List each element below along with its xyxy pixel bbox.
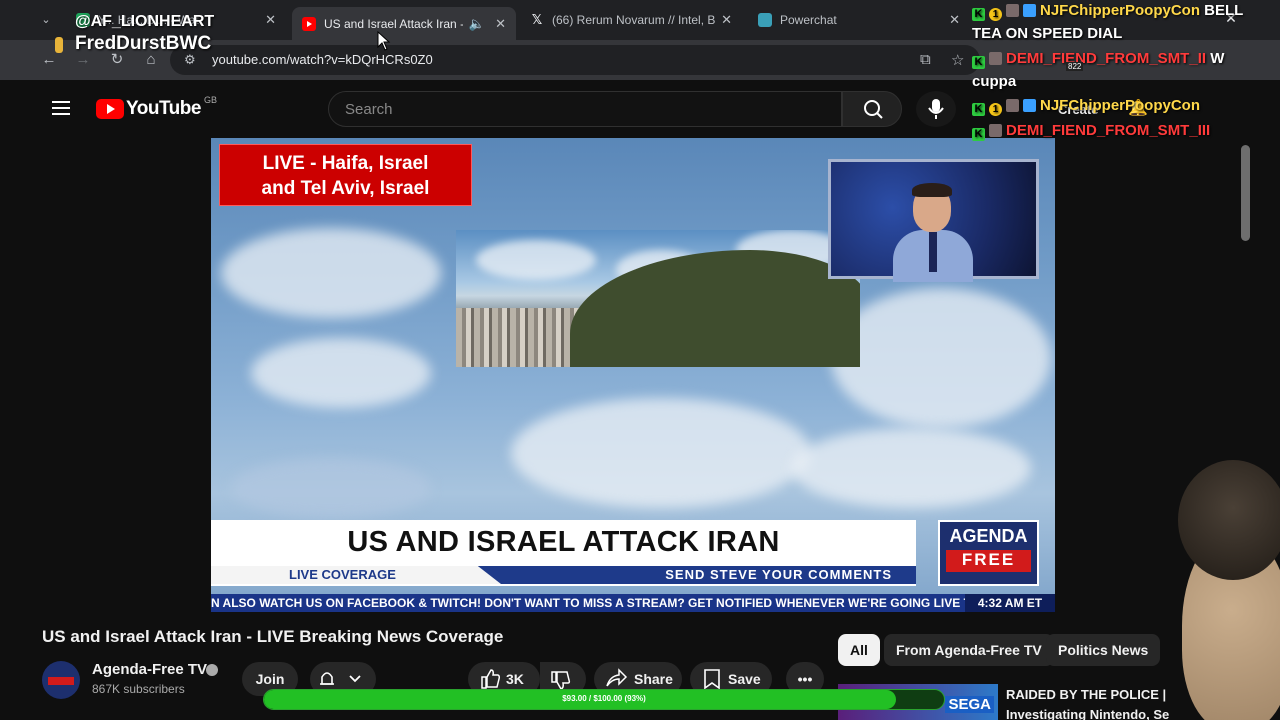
chat-overlay: K 1 NJFChipperPoopyCon BELL TEA ON SPEED D… (972, 0, 1272, 145)
tab-title: Powerchat (780, 13, 837, 27)
tab-3[interactable]: 𝕏 (66) Rerum Novarum // Intel, Br ✕ (520, 7, 742, 33)
youtube-icon (302, 16, 316, 31)
live-badge-line1: LIVE - Haifa, Israel (262, 153, 429, 174)
sword-badge-icon (1023, 4, 1036, 17)
page-scrollbar[interactable] (1241, 145, 1250, 241)
subscriber-count: 867K subscribers (92, 682, 185, 696)
search-input[interactable]: Search (328, 91, 842, 127)
powerchat-icon (758, 13, 772, 27)
chat-line: TEA ON SPEED DIAL (972, 25, 1122, 42)
donation-goal-text: $93.00 / $100.00 (93%) (562, 694, 646, 703)
kick-badge-icon: K (972, 128, 985, 141)
tab-search-dropdown-icon[interactable]: ⌄ (36, 10, 56, 30)
chat-line: K DEMI_FIEND_FROM_SMT_III (972, 122, 1210, 141)
youtube-logo[interactable]: YouTube GB (96, 95, 217, 120)
microphone-icon (928, 99, 944, 119)
chat-message: cuppa (972, 73, 1017, 90)
chat-message: W (1210, 50, 1225, 67)
url-text: youtube.com/watch?v=kDQrHCRs0Z0 (212, 52, 433, 67)
chat-message: TEA ON SPEED DIAL (972, 25, 1123, 42)
kick-badge-icon: K (972, 103, 985, 116)
ticker-text: N ALSO WATCH US ON FACEBOOK & TWITCH! DO… (211, 596, 971, 610)
live-coverage-label: LIVE COVERAGE (289, 567, 396, 582)
chat-line: K DEMI_FIEND_FROM_SMT_II W (972, 50, 1224, 69)
live-location-badge: LIVE - Haifa, Israel and Tel Aviv, Israe… (219, 144, 472, 206)
overlay-handle: @AF_LIONHEART (75, 13, 215, 30)
chat-line: cuppa (972, 73, 1016, 90)
news-ticker: N ALSO WATCH US ON FACEBOOK & TWITCH! DO… (211, 594, 1055, 612)
close-icon[interactable]: ✕ (495, 16, 506, 32)
youtube-wordmark: YouTube (126, 98, 201, 119)
sword-badge-icon (1023, 99, 1036, 112)
chat-line: K 1 NJFChipperPoopyCon (972, 97, 1200, 116)
search-button[interactable] (842, 91, 902, 127)
candle-icon (55, 37, 63, 53)
speaker-icon[interactable]: 🔈 (469, 16, 485, 32)
tab-2-active[interactable]: US and Israel Attack Iran - L 🔈 ✕ (292, 7, 516, 40)
mouse-cursor-icon (377, 31, 391, 51)
search-placeholder: Search (345, 101, 393, 118)
live-badge-line2: and Tel Aviv, Israel (261, 178, 430, 199)
avatar-badge-icon (989, 52, 1002, 65)
haifa-city-view (456, 230, 860, 367)
more-horizontal-icon: ••• (797, 671, 813, 687)
chip-from-channel[interactable]: From Agenda-Free TV (884, 634, 1054, 666)
kick-badge-icon: K (972, 8, 985, 21)
logo-top-text: AGENDA (949, 526, 1028, 546)
rank-badge-icon: 1 (989, 8, 1002, 21)
avatar-badge-icon (1006, 4, 1019, 17)
avatar-badge-icon (1006, 99, 1019, 112)
chat-user: DEMI_FIEND_FROM_SMT_III (1006, 122, 1211, 139)
tab-title: US and Israel Attack Iran - L (324, 16, 463, 31)
presenter (893, 183, 973, 282)
donation-goal-bar: $93.00 / $100.00 (93%) (263, 689, 945, 710)
recommended-title-line2: Investigating Nintendo, Se (1006, 707, 1170, 720)
tab-title: (66) Rerum Novarum // Intel, Br (552, 13, 716, 27)
rank-badge-icon: 1 (989, 103, 1002, 116)
send-comments-label: SEND STEVE YOUR COMMENTS (665, 567, 892, 582)
close-icon[interactable]: ✕ (949, 12, 960, 28)
tab-4[interactable]: Powerchat ✕ (748, 7, 970, 33)
search-icon (864, 100, 883, 119)
youtube-play-icon (96, 99, 124, 119)
region-code: GB (203, 95, 217, 105)
video-title: US and Israel Attack Iran - LIVE Breakin… (42, 627, 504, 646)
screen: ⌄ Y... Ha... Bl... - Wat ✕ US and Israel… (0, 0, 1280, 720)
channel-avatar[interactable] (42, 661, 80, 699)
verified-icon (206, 664, 218, 676)
chat-user: NJFChipperPoopyCon (1040, 97, 1200, 114)
agenda-free-logo: AGENDA FREE (938, 520, 1039, 586)
presenter-picture-in-picture (828, 159, 1039, 282)
kick-badge-icon: K (972, 56, 985, 69)
video-player[interactable]: LIVE - Haifa, Israel and Tel Aviv, Israe… (211, 138, 1055, 612)
menu-icon[interactable] (52, 101, 70, 115)
recommended-title[interactable]: RAIDED BY THE POLICE | Investigating Nin… (1006, 685, 1169, 720)
avatar-badge-icon (989, 124, 1002, 137)
notification-count: 822 (1066, 62, 1084, 71)
bookmark-star-icon[interactable]: ☆ (951, 51, 964, 69)
x-icon: 𝕏 (531, 12, 543, 27)
thumbnail-text: SEGA (945, 696, 994, 713)
ticker-clock: 4:32 AM ET (965, 594, 1055, 612)
recommended-title-line1: RAIDED BY THE POLICE | (1006, 687, 1167, 702)
chat-message: BELL (1204, 2, 1244, 19)
channel-name[interactable]: Agenda-Free TV (92, 661, 207, 678)
close-icon[interactable]: ✕ (721, 12, 732, 28)
chat-user: DEMI_FIEND_FROM_SMT_II (1006, 50, 1207, 67)
address-bar[interactable]: ⚙ youtube.com/watch?v=kDQrHCRs0Z0 ⧉ ☆ (170, 45, 980, 75)
voice-search-button[interactable] (916, 91, 956, 127)
overlay-name: FredDurstBWC (75, 33, 212, 54)
chip-politics-news[interactable]: Politics News (1046, 634, 1161, 666)
streamer-potato-avatar (1176, 460, 1280, 720)
lower-third-banner: US AND ISRAEL ATTACK IRAN LIVE COVERAGE … (211, 520, 916, 586)
close-icon[interactable]: ✕ (265, 12, 276, 28)
install-app-icon[interactable]: ⧉ (920, 51, 931, 68)
logo-bottom-text: FREE (946, 550, 1031, 572)
headline: US AND ISRAEL ATTACK IRAN (347, 526, 780, 558)
chat-user: NJFChipperPoopyCon (1040, 2, 1200, 19)
chat-line: K 1 NJFChipperPoopyCon BELL (972, 2, 1243, 21)
chip-all[interactable]: All (838, 634, 880, 666)
